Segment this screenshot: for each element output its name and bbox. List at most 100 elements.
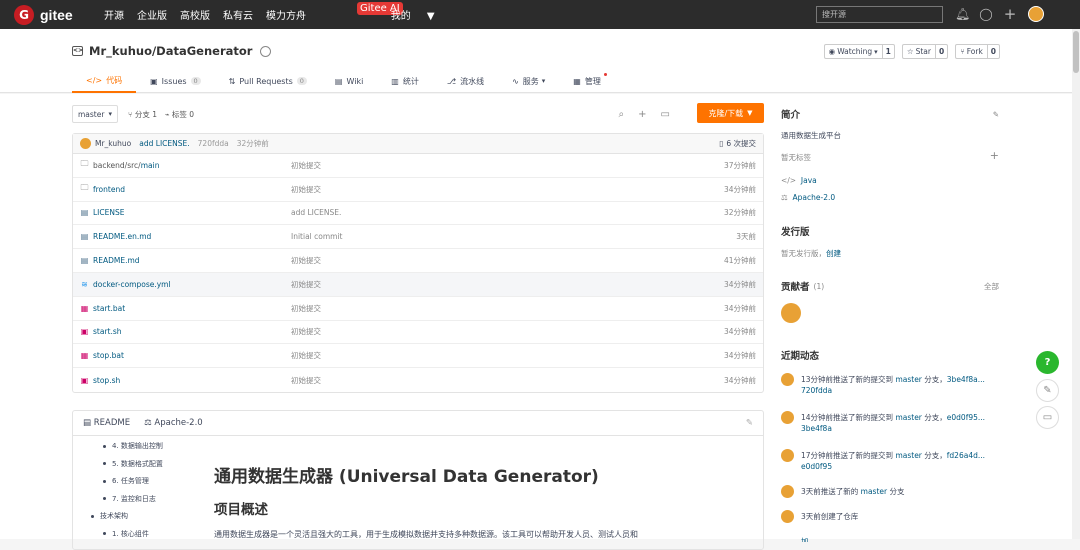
- commit-range-link[interactable]: 720fdda: [801, 386, 832, 395]
- file-commit-message[interactable]: 初始提交: [291, 184, 321, 195]
- branch-link[interactable]: master: [895, 413, 921, 422]
- nav-education[interactable]: 高校版: [180, 7, 210, 22]
- watch-button[interactable]: ◉ Watching ▾ 1: [823, 44, 895, 59]
- branch-link[interactable]: master: [895, 375, 921, 384]
- file-name-link[interactable]: backend/src/main: [93, 161, 293, 170]
- toc-item[interactable]: 1. 核心组件: [91, 526, 163, 544]
- watch-count[interactable]: 1: [881, 45, 894, 58]
- plus-icon[interactable]: +: [638, 109, 646, 120]
- file-name-link[interactable]: stop.bat: [93, 351, 293, 360]
- tab-code[interactable]: </> 代码: [72, 69, 137, 93]
- edit-icon[interactable]: ✎: [746, 418, 753, 428]
- star-button[interactable]: ☆ Star 0: [901, 44, 949, 59]
- nav-private-cloud[interactable]: 私有云: [223, 7, 253, 22]
- file-row[interactable]: ≋ docker-compose.yml 初始提交 34分钟前: [73, 272, 763, 297]
- file-commit-message[interactable]: 初始提交: [291, 303, 321, 314]
- commit-range-link[interactable]: fd26a4d...: [947, 451, 985, 460]
- help-button[interactable]: ?: [1036, 351, 1059, 374]
- nav-mine[interactable]: 我的 ▼: [391, 7, 448, 22]
- file-row[interactable]: ▦ stop.bat 初始提交 34分钟前: [73, 344, 763, 369]
- toc-item[interactable]: 技术架构: [91, 508, 163, 526]
- create-release-link[interactable]: 创建: [826, 249, 841, 258]
- activity-avatar[interactable]: [781, 485, 794, 498]
- branch-link[interactable]: master: [861, 487, 887, 496]
- feedback-button[interactable]: ✎: [1036, 379, 1059, 402]
- file-commit-message[interactable]: 初始提交: [291, 255, 321, 266]
- commit-author[interactable]: Mr_kuhuo: [95, 139, 131, 148]
- commit-count-link[interactable]: ▯ 6 次提交: [719, 138, 756, 149]
- author-avatar[interactable]: [80, 138, 91, 149]
- file-name-link[interactable]: README.md: [93, 256, 293, 265]
- branch-link[interactable]: master: [895, 451, 921, 460]
- plus-icon[interactable]: +: [1003, 7, 1017, 22]
- file-row[interactable]: 🗀︎ backend/src/main 初始提交 37分钟前: [73, 154, 763, 178]
- contributors-all-link[interactable]: 全部: [984, 281, 999, 292]
- commit-message[interactable]: add LICENSE.: [139, 139, 189, 148]
- nav-enterprise[interactable]: 企业版: [137, 7, 167, 22]
- file-row[interactable]: ▦ start.bat 初始提交 34分钟前: [73, 297, 763, 321]
- file-name-link[interactable]: docker-compose.yml: [93, 280, 293, 289]
- branches-link[interactable]: ⑂ 分支 1: [128, 109, 157, 120]
- activity-avatar[interactable]: [781, 510, 794, 523]
- commit-range-link[interactable]: e0d0f95: [801, 462, 832, 471]
- fork-count[interactable]: 0: [986, 45, 999, 58]
- tab-pipeline[interactable]: ⎇ 流水线: [433, 69, 498, 93]
- branch-selector[interactable]: master ▾: [72, 105, 118, 123]
- commit-range-link[interactable]: e0d0f95...: [947, 413, 985, 422]
- file-row[interactable]: 🗀︎ frontend 初始提交 34分钟前: [73, 178, 763, 202]
- readme-tab[interactable]: ▤ README: [83, 418, 130, 428]
- nav-open-source[interactable]: 开源: [104, 7, 124, 22]
- fork-button[interactable]: ⑂ Fork 0: [955, 44, 1000, 59]
- clone-download-button[interactable]: 克隆/下载 ▼: [697, 103, 764, 123]
- license-link[interactable]: ⚖ Apache-2.0: [781, 193, 835, 202]
- star-count[interactable]: 0: [935, 45, 947, 58]
- contributor-avatar[interactable]: [781, 303, 801, 323]
- file-row[interactable]: ▣ stop.sh 初始提交 34分钟前: [73, 368, 763, 392]
- toc-item[interactable]: 6. 任务管理: [91, 473, 163, 491]
- file-commit-message[interactable]: Initial commit: [291, 232, 343, 241]
- recommend-icon[interactable]: [260, 45, 272, 57]
- page-scrollbar[interactable]: [1072, 29, 1080, 539]
- bell-icon[interactable]: 🔔︎: [955, 7, 970, 21]
- tab-issues[interactable]: ▣ Issues 0: [136, 69, 215, 93]
- file-row[interactable]: ▤ README.md 初始提交 41分钟前: [73, 249, 763, 273]
- activity-avatar[interactable]: [781, 411, 794, 424]
- tags-link[interactable]: ⌁ 标签 0: [165, 109, 194, 120]
- license-tab[interactable]: ⚖ Apache-2.0: [144, 418, 203, 428]
- file-name-link[interactable]: LICENSE: [93, 208, 293, 217]
- scrollbar-thumb[interactable]: [1073, 31, 1079, 73]
- file-name-link[interactable]: stop.sh: [93, 376, 293, 385]
- commit-range-link[interactable]: 3be4f8a: [801, 424, 832, 433]
- gitee-logo[interactable]: G gitee: [14, 4, 104, 25]
- file-row[interactable]: ▣ start.sh 初始提交 34分钟前: [73, 321, 763, 345]
- toc-item[interactable]: 5. 数据格式配置: [91, 456, 163, 474]
- tab-stats[interactable]: ▥ 统计: [377, 69, 433, 93]
- file-commit-message[interactable]: 初始提交: [291, 326, 321, 337]
- file-commit-message[interactable]: 初始提交: [291, 375, 321, 386]
- edit-icon[interactable]: ✎: [993, 110, 999, 119]
- file-name-link[interactable]: start.bat: [93, 304, 293, 313]
- tab-pull-requests[interactable]: ⇅ Pull Requests 0: [215, 69, 321, 93]
- nav-moli[interactable]: 模力方舟Gitee AI: [266, 2, 403, 22]
- file-commit-message[interactable]: 初始提交: [291, 350, 321, 361]
- commit-range-link[interactable]: 3be4f8a...: [947, 375, 985, 384]
- toc-item[interactable]: 7. 监控和日志: [91, 491, 163, 509]
- tab-manage[interactable]: ▦ 管理: [559, 69, 615, 93]
- file-name-link[interactable]: frontend: [93, 185, 293, 194]
- repo-name-link[interactable]: Mr_kuhuo/DataGenerator: [89, 44, 252, 58]
- location-icon[interactable]: ◯: [979, 7, 993, 21]
- chat-button[interactable]: ▭: [1036, 406, 1059, 429]
- file-commit-message[interactable]: 初始提交: [291, 160, 321, 171]
- commit-hash[interactable]: 720fdda: [198, 139, 229, 148]
- activity-avatar[interactable]: [781, 449, 794, 462]
- monitor-icon[interactable]: ▭: [661, 109, 670, 120]
- tab-services[interactable]: ∿ 服务 ▾: [498, 69, 559, 93]
- search-input[interactable]: 搜开源: [816, 6, 943, 23]
- load-more-link[interactable]: 加载更多: [801, 536, 809, 542]
- file-name-link[interactable]: start.sh: [93, 327, 293, 336]
- toc-item[interactable]: 4. 数据输出控制: [91, 438, 163, 456]
- file-row[interactable]: ▤ README.en.md Initial commit 3天前: [73, 225, 763, 250]
- activity-avatar[interactable]: [781, 373, 794, 386]
- search-icon[interactable]: ⌕: [619, 109, 625, 120]
- file-commit-message[interactable]: 初始提交: [291, 279, 321, 290]
